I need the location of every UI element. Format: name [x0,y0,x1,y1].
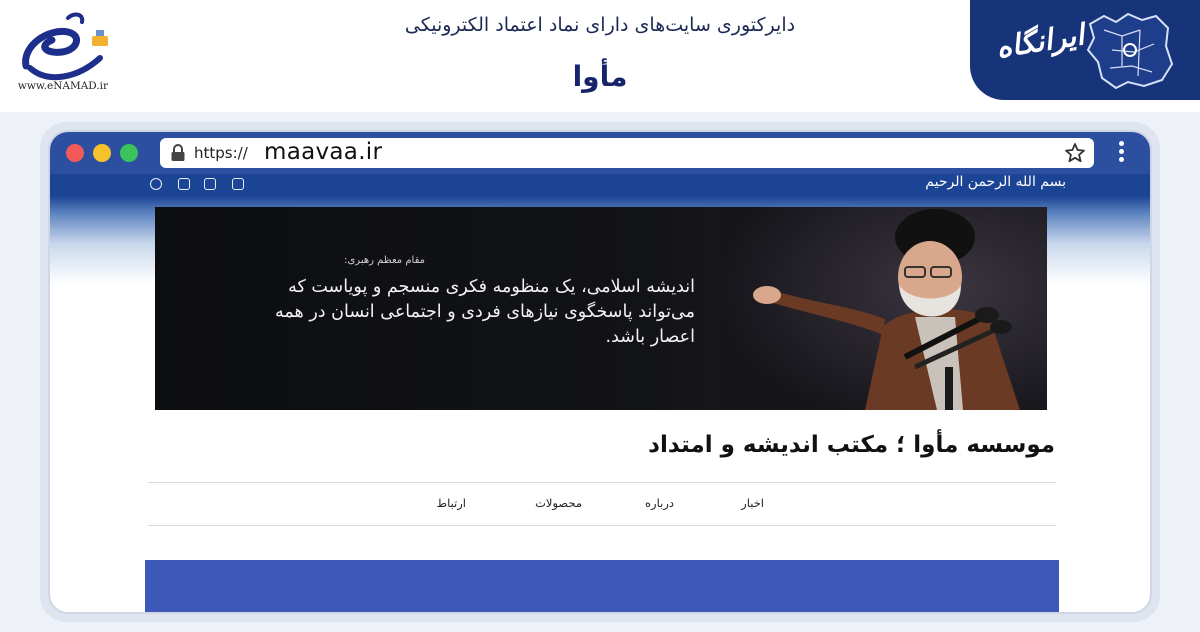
browser-window: https:// maavaa.ir بسم الله الرحمن الرحی… [48,130,1152,614]
lock-icon [171,144,185,161]
hero-banner[interactable]: مقام معظم رهبری: اندیشه اسلامی، یک منظوم… [155,207,1047,410]
website-page: بسم الله الرحمن الرحیم مقام معظم رهبری: … [50,174,1150,612]
site-top-strip: بسم الله الرحمن الرحیم [50,174,1150,198]
address-bar[interactable]: https:// maavaa.ir [160,138,1094,168]
directory-title: دایرکتوری سایت‌های دارای نماد اعتماد الک… [404,14,796,36]
eitaa-icon[interactable] [204,178,216,190]
instagram-icon[interactable] [232,178,244,190]
bookmark-star-icon[interactable] [1064,142,1086,164]
enamad-url[interactable]: www.eNAMAD.ir [8,80,118,92]
windows-icon[interactable] [178,178,190,190]
browser-toolbar: https:// maavaa.ir [50,132,1150,174]
url-protocol: https:// [194,144,248,162]
site-title: مأوا [572,60,628,93]
basmala-text: بسم الله الرحمن الرحیم [925,174,1066,190]
nav-divider-top [148,482,1056,483]
maximize-window-button[interactable] [120,144,138,162]
nav-link-about[interactable]: درباره [645,496,674,510]
directory-banner: www.eNAMAD.ir دایرکتوری سایت‌های دارای ن… [0,0,1200,112]
irangah-logo-text: ایرانگاه [993,17,1087,65]
wordpress-icon[interactable] [150,178,162,190]
content-panel [145,560,1059,612]
iran-map-icon [1086,12,1174,90]
nav-link-products[interactable]: محصولات [535,496,582,510]
hero-quote: اندیشه اسلامی، یک منظومه فکری منسجم و پو… [275,277,695,347]
nav-link-contact[interactable]: ارتباط [436,496,466,510]
institute-heading: موسسه مأوا ؛ مکتب اندیشه و امتداد [648,432,1055,458]
hero-caption: مقام معظم رهبری: [344,255,425,266]
browser-menu-icon[interactable] [1114,141,1128,165]
leader-portrait-image [715,207,1047,410]
close-window-button[interactable] [66,144,84,162]
irangah-badge[interactable]: ایرانگاه [970,0,1200,100]
minimize-window-button[interactable] [93,144,111,162]
nav-divider-bottom [148,525,1056,526]
url-domain: maavaa.ir [264,139,383,165]
nav-link-news[interactable]: اخبار [741,496,764,510]
